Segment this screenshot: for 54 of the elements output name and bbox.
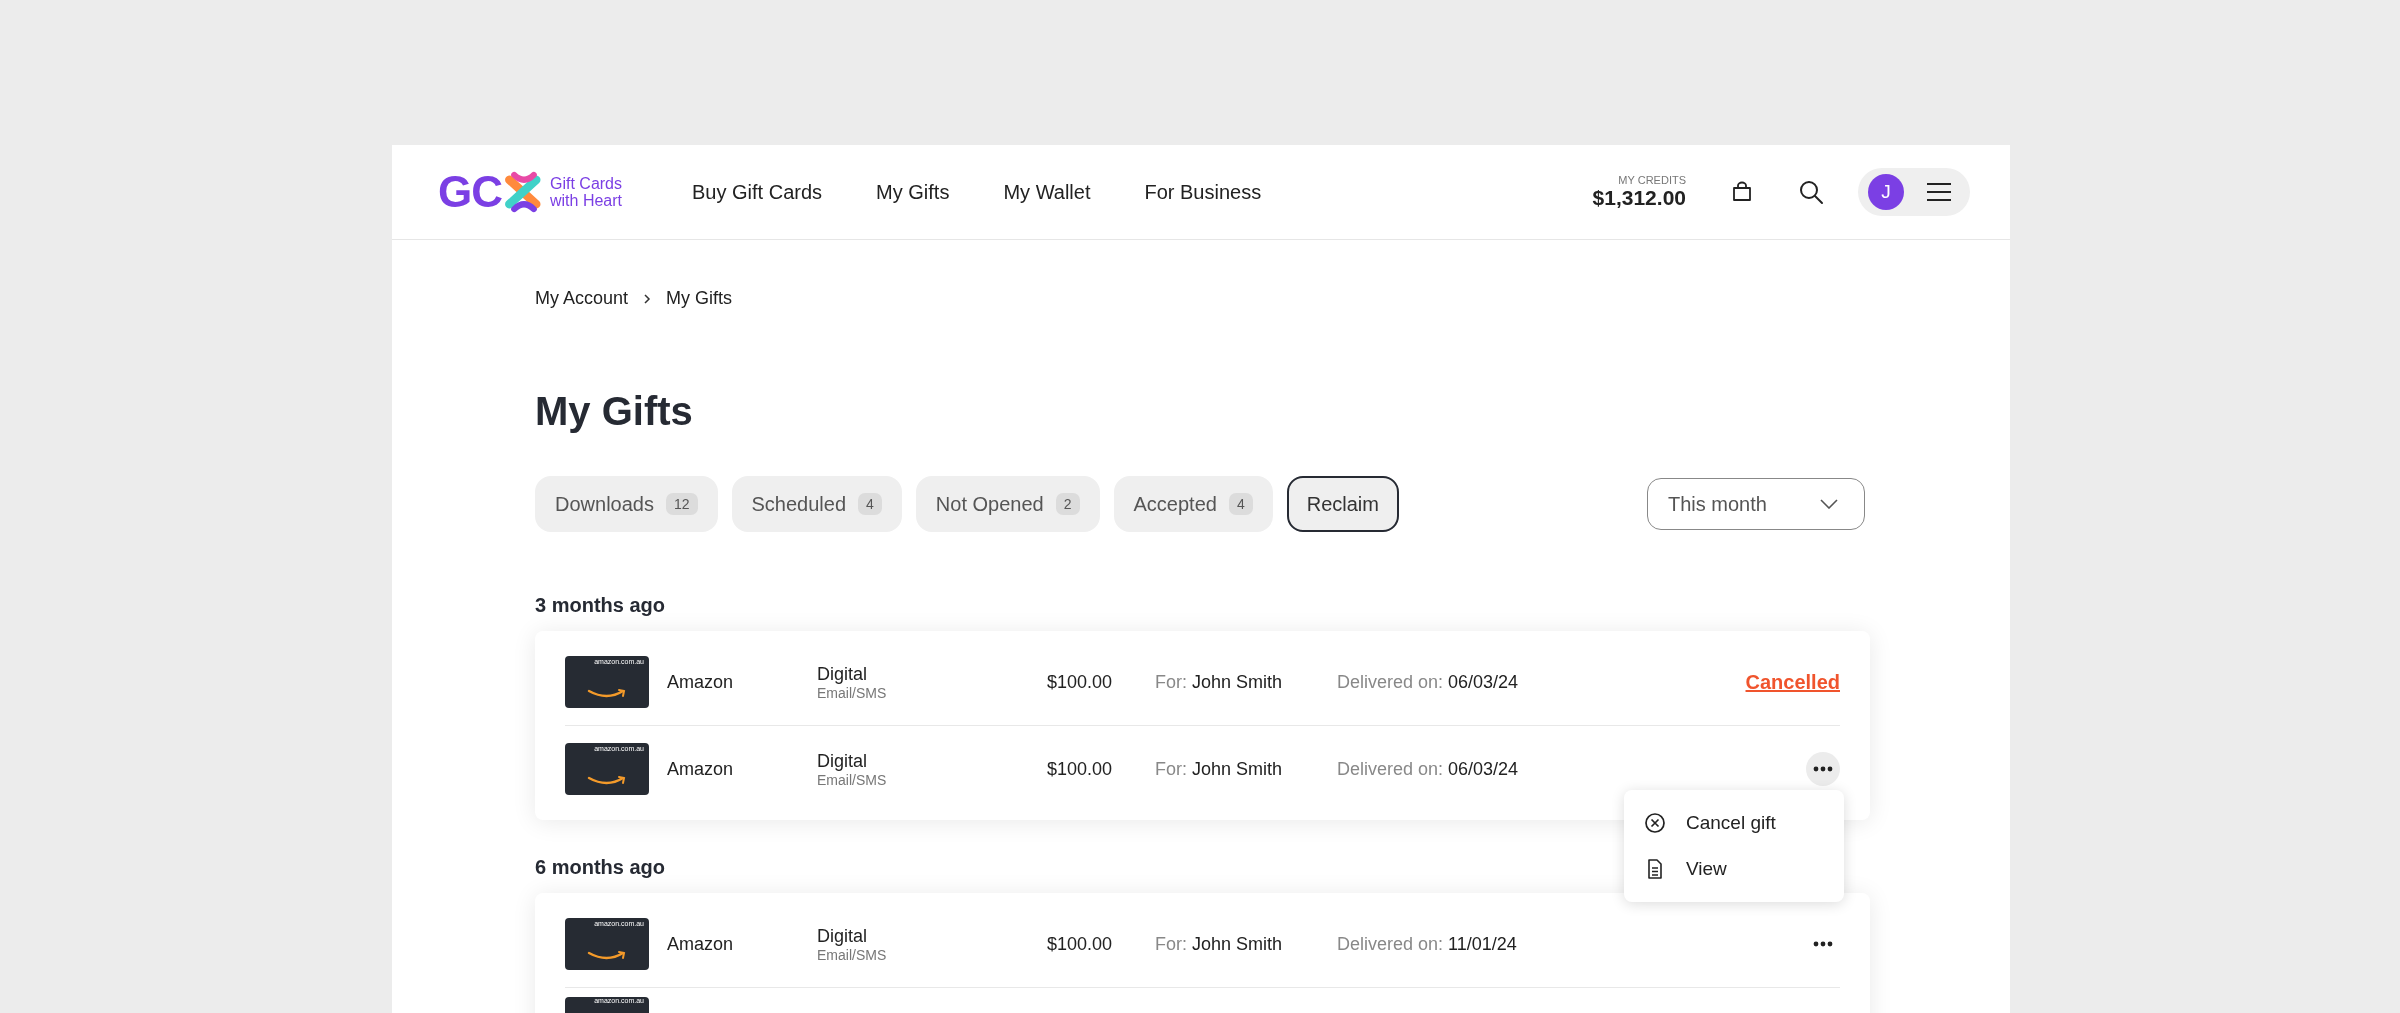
nav-link[interactable]: For Business: [1144, 180, 1262, 204]
recipient-text: For: John Smith: [1155, 671, 1284, 693]
group-heading: 3 months ago: [535, 594, 665, 617]
search-icon[interactable]: [1798, 179, 1824, 205]
nav-link[interactable]: My Gifts: [876, 180, 950, 204]
logo-tagline: Gift Cards with Heart: [550, 175, 623, 209]
chevron-down-icon: [1820, 499, 1838, 509]
menu-icon: [1926, 182, 1952, 202]
account-menu-button[interactable]: J: [1858, 168, 1970, 216]
period-dropdown[interactable]: This month: [1647, 478, 1865, 530]
count-badge: 4: [1228, 493, 1253, 515]
credits-label: MY CREDITS: [1618, 174, 1686, 186]
brand-name: Amazon: [667, 671, 735, 693]
circle-x-icon: [1644, 812, 1666, 834]
page-title: My Gifts: [535, 389, 694, 434]
delivery-date-text: Delivered on: 06/03/24: [1337, 758, 1520, 780]
logo-letters: GC: [438, 167, 502, 217]
avatar: J: [1868, 174, 1904, 210]
credits-amount: $1,312.00: [1592, 186, 1686, 210]
gift-price: $100.00: [1047, 758, 1114, 780]
gift-price: $100.00: [1047, 933, 1114, 955]
menu-item[interactable]: Cancel gift: [1624, 800, 1844, 846]
shopping-bag-icon[interactable]: [1730, 180, 1754, 204]
delivery-date-text: Delivered on: 11/01/24: [1337, 933, 1518, 955]
nav-link[interactable]: Buy Gift Cards: [692, 180, 823, 204]
filter-tab[interactable]: Scheduled 4: [731, 476, 902, 532]
count-badge: 2: [1055, 493, 1080, 515]
filter-tab[interactable]: Not Opened 2: [915, 476, 1100, 532]
count-badge: 12: [665, 493, 698, 515]
gift-price: $100.00: [1047, 671, 1114, 693]
filter-tab[interactable]: Downloads 12: [535, 476, 718, 532]
gift-type: Digital: [817, 925, 869, 947]
delivery-method: Email/SMS: [817, 946, 888, 963]
more-options-button[interactable]: [1806, 752, 1840, 786]
gift-type: Digital: [817, 663, 869, 685]
ellipsis-icon: [1813, 941, 1833, 947]
breadcrumb-link[interactable]: My Gifts: [666, 288, 733, 309]
filter-tab[interactable]: Reclaim: [1286, 476, 1399, 532]
ellipsis-icon: [1813, 766, 1833, 772]
chevron-right-icon: [642, 292, 653, 305]
nav-link[interactable]: My Wallet: [1003, 180, 1091, 204]
menu-item[interactable]: View: [1624, 846, 1844, 892]
brand-name: Amazon: [667, 758, 735, 780]
filter-tab[interactable]: Accepted 4: [1113, 476, 1273, 532]
brand-name: Amazon: [667, 933, 735, 955]
gift-type: Digital: [817, 750, 869, 772]
delivery-method: Email/SMS: [817, 684, 888, 701]
delivery-date-text: Delivered on: 06/03/24: [1337, 671, 1520, 693]
count-badge: 4: [858, 493, 882, 515]
recipient-text: For: John Smith: [1155, 933, 1284, 955]
group-heading: 6 months ago: [535, 856, 665, 879]
breadcrumb-link[interactable]: My Account: [535, 288, 629, 309]
delivery-method: Email/SMS: [817, 771, 888, 788]
recipient-text: For: John Smith: [1155, 758, 1284, 780]
